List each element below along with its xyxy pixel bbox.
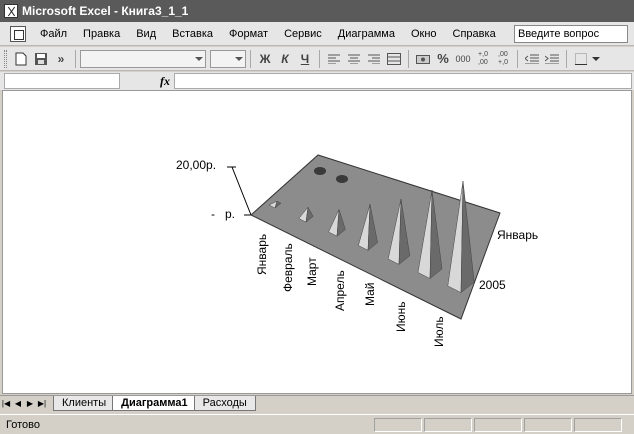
increase-indent-icon xyxy=(545,54,559,64)
x-tick-label: Февраль xyxy=(281,243,295,292)
currency-button[interactable] xyxy=(413,49,433,69)
toolbar-separator xyxy=(517,49,518,68)
x-tick-label: Январь xyxy=(255,234,269,275)
sheet-tab-chart1[interactable]: Диаграмма1 xyxy=(112,396,197,411)
sheet-tab-expenses[interactable]: Расходы xyxy=(193,396,256,411)
window-title: Microsoft Excel - Книга3_1_1 xyxy=(22,4,189,18)
menu-tools[interactable]: Сервис xyxy=(276,28,330,40)
formatting-toolbar: » Ж К Ч % 000 +,0 ,00 ,00 +,0 xyxy=(0,47,634,71)
increase-indent-button[interactable] xyxy=(542,49,562,69)
menu-window[interactable]: Окно xyxy=(403,28,445,40)
workbook-icon[interactable] xyxy=(10,25,26,42)
borders-button[interactable] xyxy=(571,49,591,69)
formula-input[interactable] xyxy=(174,73,632,89)
toolbar-separator xyxy=(250,49,251,68)
formula-bar: fx xyxy=(0,72,634,90)
sheet-tab-clients[interactable]: Клиенты xyxy=(53,396,116,411)
y-tick-label: - р. xyxy=(211,207,235,221)
increase-decimal-button[interactable]: +,0 ,00 xyxy=(473,49,493,69)
font-size-select[interactable] xyxy=(210,49,246,68)
next-sheet-button[interactable]: ▶ xyxy=(24,397,36,411)
percent-button[interactable]: % xyxy=(433,49,453,69)
last-sheet-button[interactable]: ▶| xyxy=(36,397,48,411)
toolbar-options-button[interactable]: » xyxy=(51,49,71,69)
align-left-button[interactable] xyxy=(324,49,344,69)
toolbar-separator xyxy=(319,49,320,68)
borders-icon xyxy=(575,52,587,65)
status-panel xyxy=(574,417,622,432)
bold-button[interactable]: Ж xyxy=(255,49,275,69)
ask-question-input[interactable]: Введите вопрос xyxy=(514,24,628,43)
underline-button[interactable]: Ч xyxy=(295,49,315,69)
align-center-button[interactable] xyxy=(344,49,364,69)
merge-center-button[interactable] xyxy=(384,49,404,69)
toolbar-grip[interactable] xyxy=(4,49,7,68)
x-tick-label: Июль xyxy=(432,316,446,347)
chevron-down-icon xyxy=(195,56,203,61)
align-right-icon xyxy=(368,54,380,64)
menu-format[interactable]: Формат xyxy=(221,28,276,40)
status-bar: Готово xyxy=(0,414,634,434)
decrease-indent-icon xyxy=(525,54,539,64)
thousands-separator-button[interactable]: 000 xyxy=(453,49,473,69)
title-bar: Microsoft Excel - Книга3_1_1 xyxy=(0,0,634,22)
chevron-down-icon xyxy=(592,56,600,61)
new-document-button[interactable] xyxy=(11,49,31,69)
menu-view[interactable]: Вид xyxy=(128,28,164,40)
chart-sheet[interactable]: 20,00р. - р. Январь Февраль Март Апрель … xyxy=(2,90,632,394)
toolbar-separator xyxy=(408,49,409,68)
name-box[interactable] xyxy=(4,73,120,89)
x-tick-label: Июнь xyxy=(394,301,408,332)
merge-cells-icon xyxy=(387,52,401,65)
font-name-select[interactable] xyxy=(80,49,206,68)
currency-icon xyxy=(416,54,430,64)
x-tick-label: Апрель xyxy=(333,270,347,311)
save-button[interactable] xyxy=(31,49,51,69)
align-left-icon xyxy=(328,54,340,64)
depth-axis-label: Январь xyxy=(497,228,538,242)
new-document-icon xyxy=(15,52,27,65)
chart-3d-bar[interactable]: 20,00р. - р. Январь Февраль Март Апрель … xyxy=(3,91,632,394)
series-label: 2005 xyxy=(479,278,506,292)
status-panel xyxy=(524,417,572,432)
insert-function-button[interactable]: fx xyxy=(160,74,170,89)
prev-sheet-button[interactable]: ◀ xyxy=(12,397,24,411)
menu-insert[interactable]: Вставка xyxy=(164,28,221,40)
italic-button[interactable]: К xyxy=(275,49,295,69)
chevron-down-icon xyxy=(235,56,243,61)
align-right-button[interactable] xyxy=(364,49,384,69)
x-tick-label: Май xyxy=(363,282,377,306)
toolbar-separator xyxy=(75,49,76,68)
decrease-decimal-button[interactable]: ,00 +,0 xyxy=(493,49,513,69)
floor-shadow xyxy=(314,167,326,175)
menu-file[interactable]: Файл xyxy=(32,28,75,40)
menu-chart[interactable]: Диаграмма xyxy=(330,28,403,40)
y-tick-label: 20,00р. xyxy=(176,158,216,172)
excel-window: Microsoft Excel - Книга3_1_1 Файл Правка… xyxy=(0,0,634,434)
decrease-indent-button[interactable] xyxy=(522,49,542,69)
excel-app-icon xyxy=(4,4,18,18)
borders-dropdown-button[interactable] xyxy=(591,49,601,69)
status-panel xyxy=(374,417,422,432)
status-text: Готово xyxy=(6,418,40,431)
sheet-tab-bar: |◀ ◀ ▶ ▶| Клиенты Диаграмма1 Расходы xyxy=(0,395,634,411)
menu-help[interactable]: Справка xyxy=(445,28,504,40)
menu-edit[interactable]: Правка xyxy=(75,28,128,40)
save-icon xyxy=(35,52,47,65)
align-center-icon xyxy=(348,54,360,64)
menu-bar: Файл Правка Вид Вставка Формат Сервис Ди… xyxy=(0,22,634,46)
floor-shadow xyxy=(336,175,348,183)
status-panel xyxy=(474,417,522,432)
toolbar-separator xyxy=(566,49,567,68)
x-tick-label: Март xyxy=(305,257,319,286)
first-sheet-button[interactable]: |◀ xyxy=(0,397,12,411)
status-panel xyxy=(424,417,472,432)
